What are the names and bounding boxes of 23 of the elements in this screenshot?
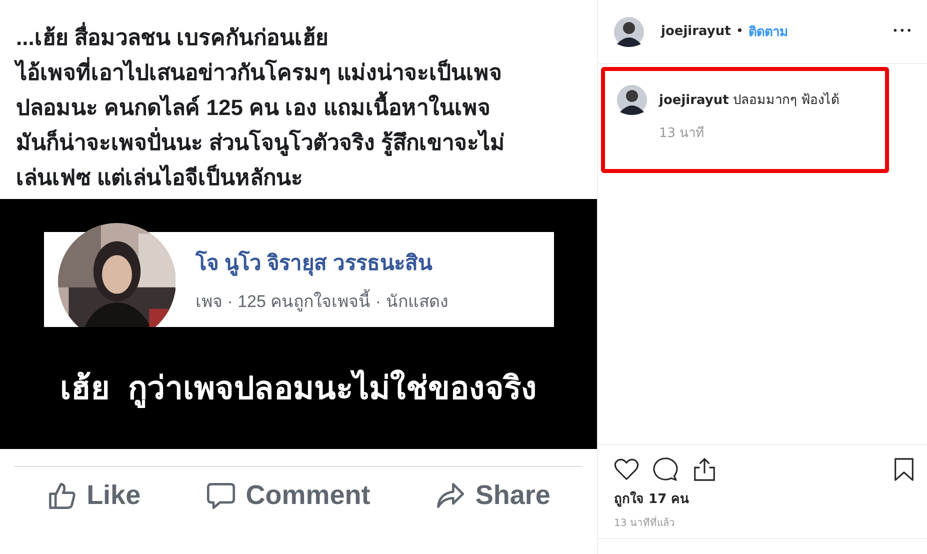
share-arrow-icon: [435, 480, 466, 510]
page-details: เพจ · 125 คนถูกใจเพจนี้ · นักแสดง: [196, 286, 448, 314]
post-caption: ...เฮ้ย สื่อมวลชน เบรคกันก่อนเฮ้ย ไอ้เพจที่เอาไปเสนอข่าวกันโครมๆ แม่งน่าจะเป็นเพจ ปลอมนะ คนกดไลค์ 125 คน เอง แถมเนื้อหาในเพจ มันก็น่าจะเพจปั่นนะ ส่วนโจนูโวตัวจริง รู้สึกเขาจะไม่ เล่นเฟซ แต่เล่นไอจีเป็นหลักนะ: [0, 0, 597, 199]
like-action: Like: [46, 480, 141, 511]
like-count[interactable]: ถูกใจ 17 คน: [614, 488, 915, 509]
comment-icon[interactable]: [653, 457, 678, 482]
comment-time: 13 นาที: [659, 124, 706, 143]
banner-text: เฮ้ย กูว่าเพจปลอมนะไม่ใช่ของจริง: [60, 368, 537, 410]
avatar[interactable]: [617, 85, 647, 115]
avatar[interactable]: [614, 16, 644, 46]
post-time: 13 นาทีที่แล้ว: [614, 515, 915, 530]
separator-dot: •: [736, 24, 744, 39]
speech-bubble-icon: [206, 480, 236, 510]
share-icon[interactable]: [692, 457, 717, 482]
more-options-button[interactable]: •••: [892, 26, 913, 37]
page-name: โจ นูโว จิรายุส วรรธนะสิน: [196, 250, 434, 278]
comment-text: joejirayut ปลอมมากๆ ฟ้องได้: [659, 91, 840, 110]
bookmark-icon[interactable]: [893, 457, 915, 482]
share-action: Share: [435, 480, 550, 511]
heart-icon[interactable]: [614, 457, 639, 482]
comment-action: Comment: [206, 480, 370, 511]
username-link[interactable]: joejirayut: [661, 24, 731, 39]
thumbs-up-icon: [46, 480, 77, 510]
